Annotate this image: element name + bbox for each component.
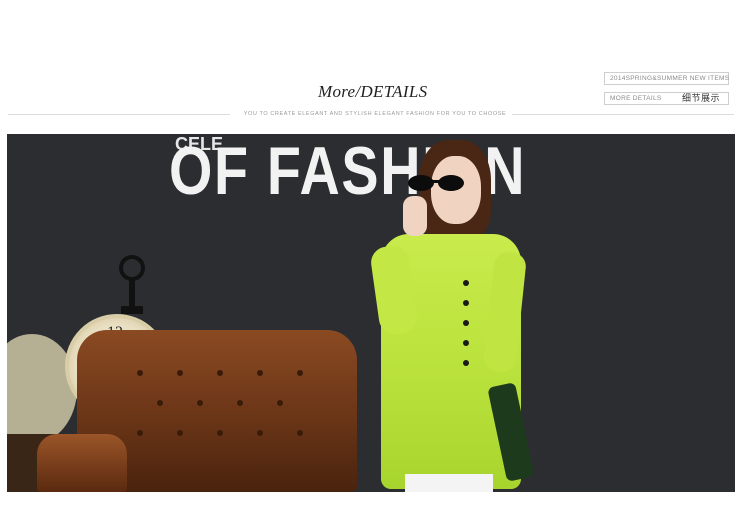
season-tag-label: 2014SPRING&SUMMER NEW ITEMS — [610, 75, 730, 82]
page-header: More/DETAILS YOU TO CREATE ELEGANT AND S… — [0, 0, 750, 134]
details-tag: MORE DETAILS 细节展示 — [604, 92, 729, 105]
details-tag-label: MORE DETAILS — [610, 95, 662, 102]
armchair-arm — [37, 434, 127, 492]
clock-bell-icon — [119, 255, 145, 314]
shirt-button — [463, 300, 469, 306]
title-prefix: More — [318, 82, 356, 101]
title-main: /DETAILS — [355, 82, 428, 101]
product-photo: CELE OF FASHION 12 — [7, 134, 735, 492]
model — [369, 134, 539, 492]
sunglasses-icon — [408, 175, 464, 191]
shirt-button — [463, 280, 469, 286]
shirt-button — [463, 320, 469, 326]
shirt-button — [463, 360, 469, 366]
model-hand — [403, 196, 427, 236]
divider-right — [512, 114, 734, 115]
season-tag: 2014SPRING&SUMMER NEW ITEMS — [604, 72, 729, 85]
section-title: More/DETAILS — [318, 82, 427, 102]
details-tag-cn: 细节展示 — [681, 93, 720, 103]
white-pants — [405, 474, 493, 492]
shirt-button — [463, 340, 469, 346]
